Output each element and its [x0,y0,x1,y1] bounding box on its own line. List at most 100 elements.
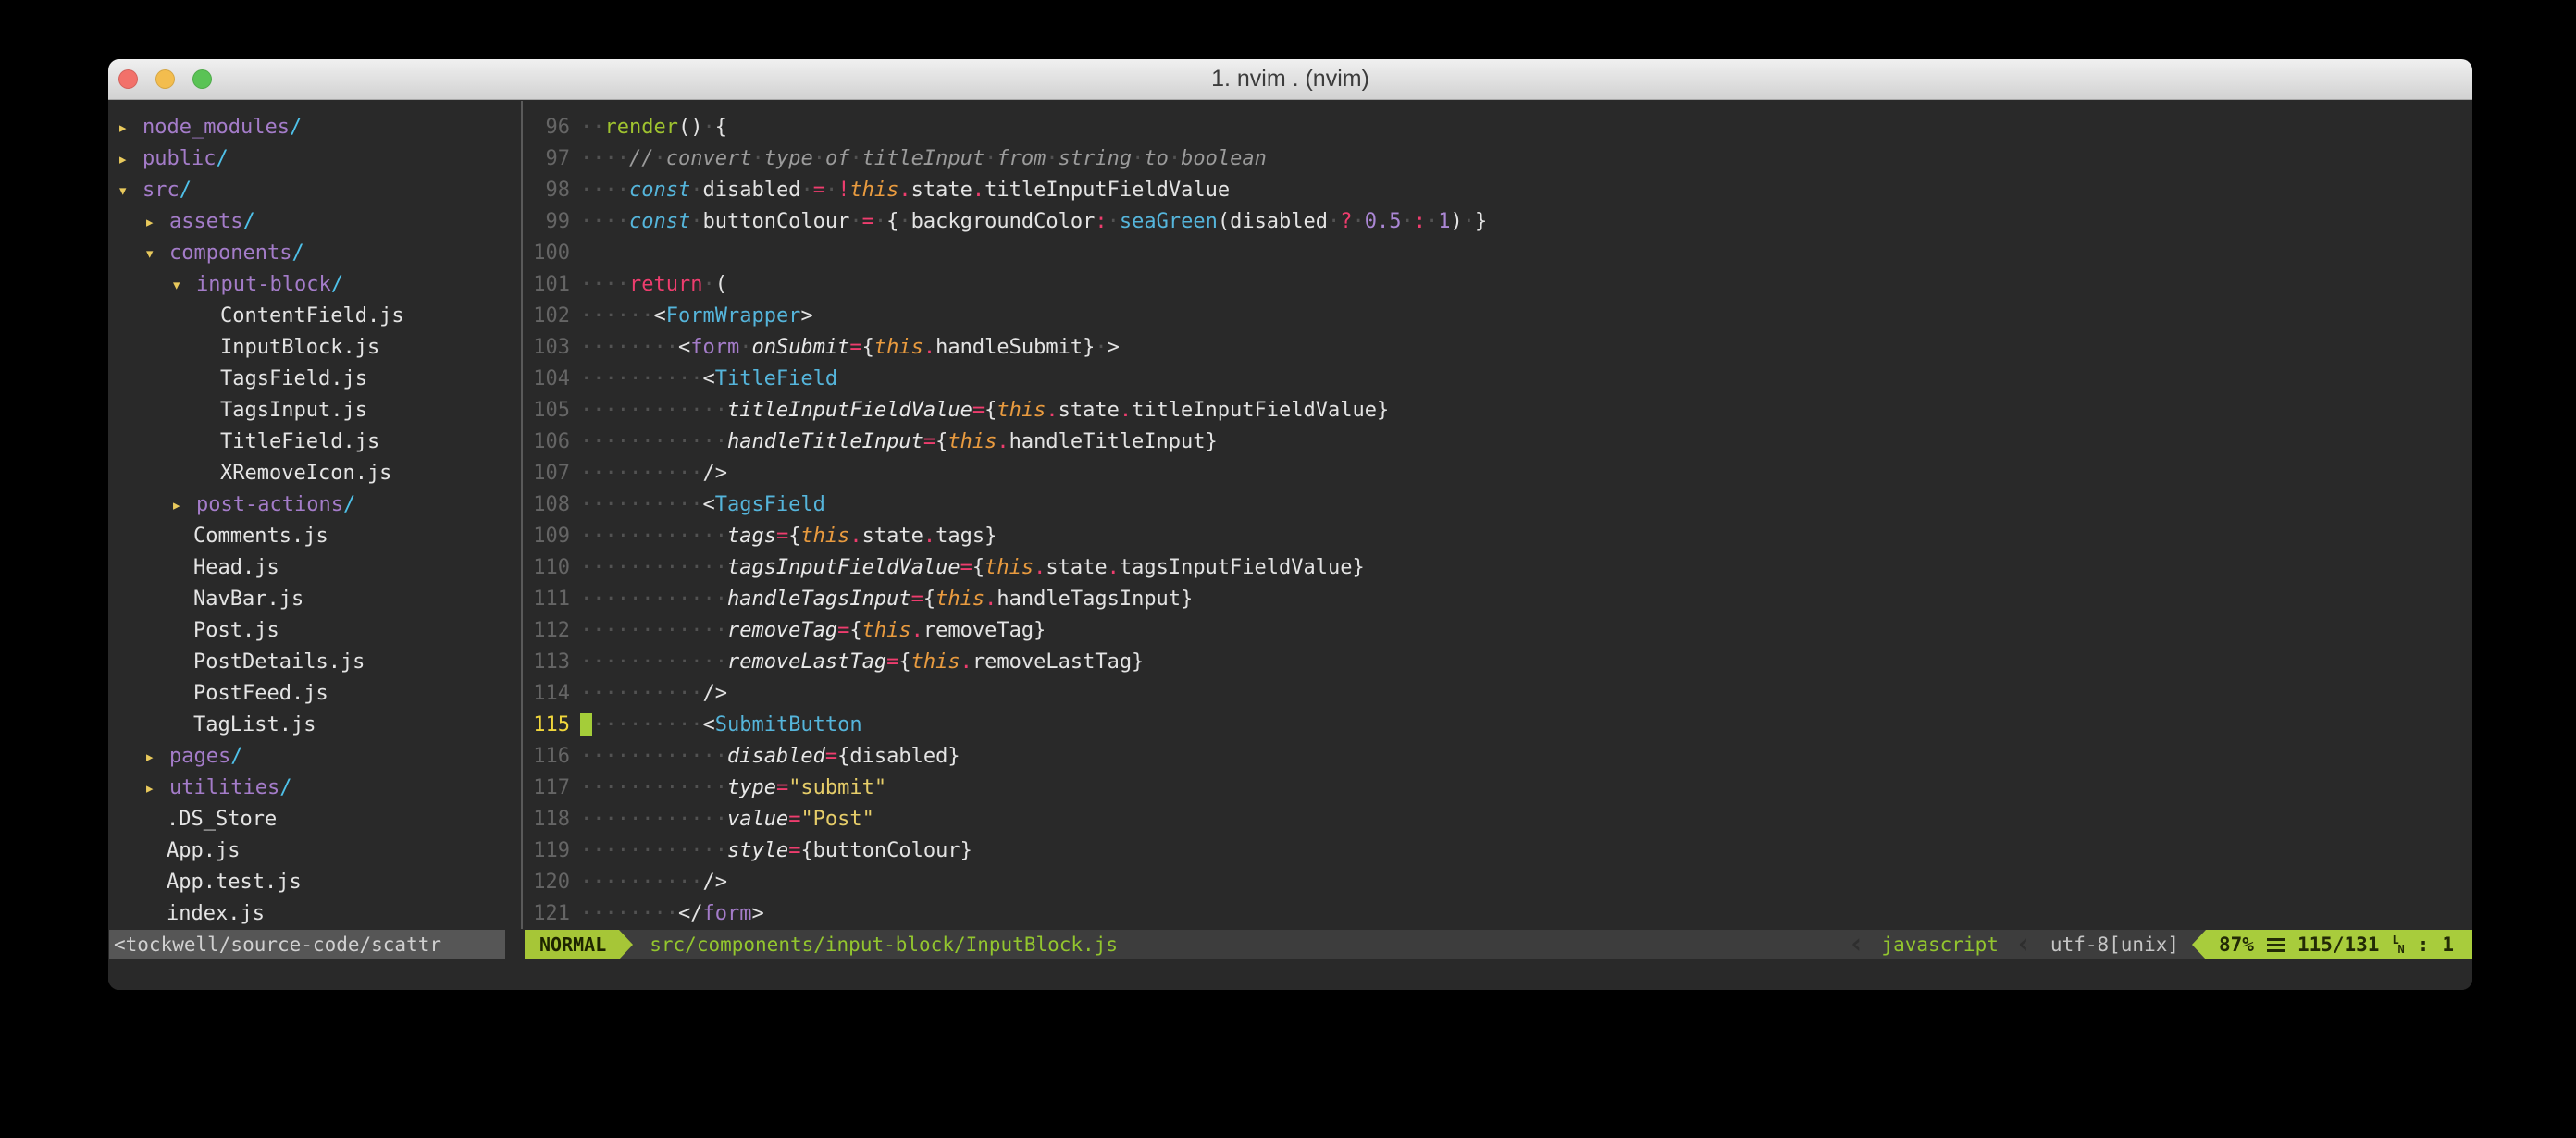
command-line[interactable] [108,959,2472,990]
dir-slash: / [279,776,291,799]
tree-item-index.js[interactable]: index.js [108,898,521,930]
tree-item-PostFeed.js[interactable]: PostFeed.js [108,678,521,710]
tree-item-.DS_Store[interactable]: .DS_Store [108,804,521,835]
line-number: 114 [525,678,570,710]
code-text: ············value="Post" [580,804,874,835]
chevron-right-icon[interactable]: ▸ [171,489,196,521]
tree-item-Head.js[interactable]: Head.js [108,552,521,584]
code-line-115[interactable]: 115··········<SubmitButton [525,710,2472,741]
code-line-98[interactable]: 98····const·disabled·=·!this.state.title… [525,175,2472,206]
chevron-right-icon[interactable]: ▸ [144,741,169,773]
file-label: PostDetails.js [193,650,365,674]
chevron-right-icon[interactable]: ▸ [144,206,169,238]
tree-item-PostDetails.js[interactable]: PostDetails.js [108,647,521,678]
tree-item-Post.js[interactable]: Post.js [108,615,521,647]
code-line-121[interactable]: 121········</form> [525,898,2472,930]
code-line-118[interactable]: 118············value="Post" [525,804,2472,835]
file-label: TagList.js [193,713,316,736]
close-button[interactable] [118,69,138,89]
main-statusline: NORMAL src/components/input-block/InputB… [525,930,2472,959]
window-split-divider[interactable] [521,101,523,929]
chevron-right-icon[interactable]: ▸ [118,112,142,143]
code-line-116[interactable]: 116············disabled={disabled} [525,741,2472,773]
code-line-120[interactable]: 120··········/> [525,867,2472,898]
code-line-96[interactable]: 96··render()·{ [525,112,2472,143]
tree-item-post-actions[interactable]: ▸post-actions/ [108,489,521,521]
line-number: 100 [525,238,570,269]
tree-item-TagsInput.js[interactable]: TagsInput.js [108,395,521,427]
tree-item-App.test.js[interactable]: App.test.js [108,867,521,898]
chevron-down-icon[interactable]: ▾ [171,269,196,301]
tree-item-NavBar.js[interactable]: NavBar.js [108,584,521,615]
code-line-107[interactable]: 107 ··········/> [525,458,2472,489]
file-label: TagsInput.js [220,399,367,422]
code-line-103[interactable]: 103········<form·onSubmit={this.handleSu… [525,332,2472,364]
code-line-104[interactable]: 104··········<TitleField [525,364,2472,395]
code-line-100[interactable]: 100 [525,238,2472,269]
line-number: 113 [525,647,570,678]
tree-item-XRemoveIcon.js[interactable]: XRemoveIcon.js [108,458,521,489]
tree-item-InputBlock.js[interactable]: InputBlock.js [108,332,521,364]
chevron-left-icon: ‹ [2006,930,2041,959]
tree-item-Comments.js[interactable]: Comments.js [108,521,521,552]
code-line-102[interactable]: 102······<FormWrapper> [525,301,2472,332]
tree-item-pages[interactable]: ▸pages/ [108,741,521,773]
chevron-down-icon[interactable]: ▾ [118,175,142,206]
code-text: ····return·( [580,269,727,301]
window-title: 1. nvim . (nvim) [1211,66,1369,93]
tree-item-assets[interactable]: ▸assets/ [108,206,521,238]
code-text: ··········<TagsField [580,489,825,521]
title-bar[interactable]: 1. nvim . (nvim) [108,59,2472,100]
file-label: TitleField.js [220,430,379,453]
chevron-down-icon[interactable]: ▾ [144,238,169,269]
line-number: 111 [525,584,570,615]
chevron-right-icon[interactable]: ▸ [118,143,142,175]
zoom-button[interactable] [192,69,212,89]
tree-item-public[interactable]: ▸public/ [108,143,521,175]
nerdtree-statusline: <tockwell/source-code/scattr [109,930,505,959]
code-text: ····const·buttonColour·=·{·backgroundCol… [580,206,1487,238]
tree-item-node_modules[interactable]: ▸node_modules/ [108,112,521,143]
line-number: 97 [525,143,570,175]
code-line-112[interactable]: 112············removeTag={this.removeTag… [525,615,2472,647]
code-line-114[interactable]: 114··········/> [525,678,2472,710]
code-line-119[interactable]: 119············style={buttonColour} [525,835,2472,867]
chevron-right-icon[interactable]: ▸ [144,773,169,804]
line-number: 121 [525,898,570,930]
tree-item-TagList.js[interactable]: TagList.js [108,710,521,741]
code-text: ··········<TitleField [580,364,837,395]
code-line-105[interactable]: 105············titleInputFieldValue={thi… [525,395,2472,427]
code-text: ········<form·onSubmit={this.handleSubmi… [580,332,1120,364]
tree-item-utilities[interactable]: ▸utilities/ [108,773,521,804]
tree-item-input-block[interactable]: ▾input-block/ [108,269,521,301]
code-line-111[interactable]: 111············handleTagsInput={this.han… [525,584,2472,615]
file-label: TagsField.js [220,367,367,390]
code-line-99[interactable]: 99····const·buttonColour·=·{·backgroundC… [525,206,2472,238]
code-text: ············disabled={disabled} [580,741,960,773]
line-number: 107 [525,458,570,489]
code-line-108[interactable]: 108··········<TagsField [525,489,2472,521]
editor-pane[interactable]: 96··render()·{97····//·convert·type·of·t… [525,101,2472,990]
code-text: ············removeLastTag={this.removeLa… [580,647,1144,678]
tree-item-TitleField.js[interactable]: TitleField.js [108,427,521,458]
code-line-106[interactable]: 106············handleTitleInput={this.ha… [525,427,2472,458]
code-line-97[interactable]: 97····//·convert·type·of·titleInput·from… [525,143,2472,175]
scroll-percent: 87% [2219,929,2254,960]
code-text: ··········/> [580,867,727,898]
minimize-button[interactable] [155,69,175,89]
code-line-109[interactable]: 109············tags={this.state.tags} [525,521,2472,552]
code-line-113[interactable]: 113 ············removeLastTag={this.remov… [525,647,2472,678]
line-number: 115 [525,710,570,741]
code-line-101[interactable]: 101····return·( [525,269,2472,301]
code-text: ··········/> [580,458,727,489]
tree-item-components[interactable]: ▾components/ [108,238,521,269]
line-number-icon: LN [2392,935,2404,954]
tree-item-src[interactable]: ▾src/ [108,175,521,206]
tree-item-App.js[interactable]: App.js [108,835,521,867]
tree-item-TagsField.js[interactable]: TagsField.js [108,364,521,395]
tree-item-ContentField.js[interactable]: ContentField.js [108,301,521,332]
dir-label: components [169,241,291,265]
nerdtree-pane[interactable]: ▸node_modules/▸public/▾src/▸assets/▾comp… [108,101,521,990]
code-line-117[interactable]: 117············type="submit" [525,773,2472,804]
code-line-110[interactable]: 110············tagsInputFieldValue={this… [525,552,2472,584]
